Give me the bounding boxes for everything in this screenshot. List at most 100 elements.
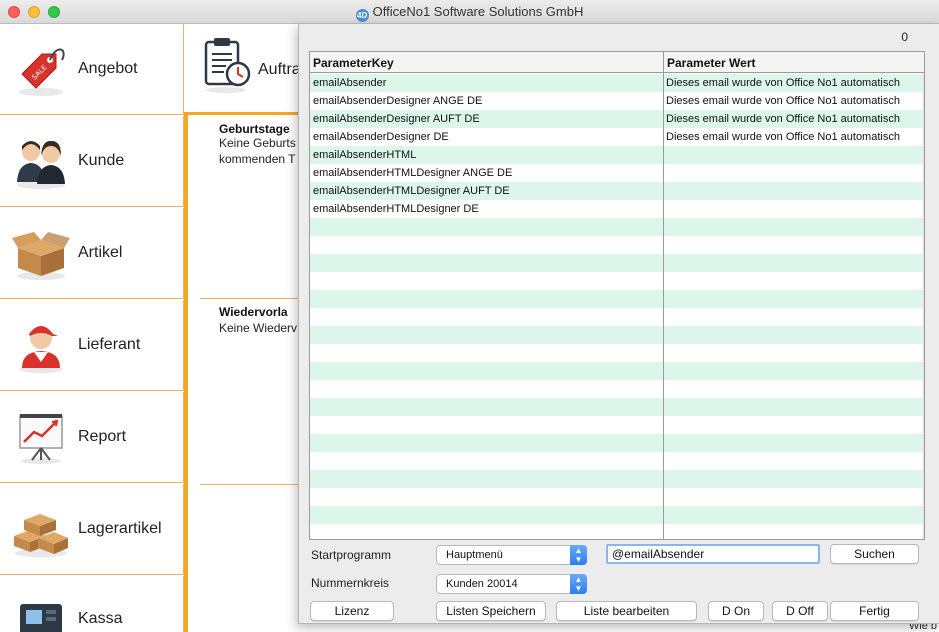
- sidebar-item-lieferant[interactable]: Lieferant: [0, 300, 184, 391]
- column-header-parameter-wert[interactable]: Parameter Wert: [667, 56, 756, 70]
- cell-parameter-key[interactable]: emailAbsenderHTMLDesigner DE: [313, 203, 661, 215]
- delivery-person-icon: [10, 314, 72, 376]
- clipboard-clock-icon: [200, 36, 256, 94]
- nummernkreis-label: Nummernkreis: [311, 576, 390, 590]
- sidebar-item-kassa[interactable]: Kassa: [0, 576, 184, 632]
- accent-divider: [184, 115, 188, 632]
- listen-speichern-button[interactable]: Listen Speichern: [436, 601, 546, 621]
- table-row[interactable]: [310, 416, 924, 434]
- d-off-button[interactable]: D Off: [772, 601, 828, 621]
- table-row[interactable]: [310, 308, 924, 326]
- table-row[interactable]: emailAbsender Dieses email wurde von Offi…: [310, 74, 924, 92]
- column-divider: [663, 52, 664, 539]
- chevron-up-down-icon: ▲ ▼: [570, 545, 587, 565]
- table-row[interactable]: [310, 344, 924, 362]
- table-row[interactable]: emailAbsenderHTMLDesigner AUFT DE: [310, 182, 924, 200]
- table-row[interactable]: [310, 380, 924, 398]
- table-row[interactable]: [310, 452, 924, 470]
- cell-parameter-value[interactable]: Dieses email wurde von Office No1 automa…: [666, 113, 922, 125]
- sidebar-item-report[interactable]: Report: [0, 392, 184, 483]
- lizenz-button[interactable]: Lizenz: [310, 601, 394, 621]
- d-on-button[interactable]: D On: [708, 601, 764, 621]
- reminders-line-1: Keine Wiederv: [219, 321, 298, 335]
- cell-parameter-value[interactable]: Dieses email wurde von Office No1 automa…: [666, 95, 922, 107]
- table-scrollbar[interactable]: [923, 74, 924, 539]
- startprogramm-label: Startprogramm: [311, 548, 392, 562]
- column-header-parameterkey[interactable]: ParameterKey: [313, 56, 394, 70]
- table-row[interactable]: [310, 290, 924, 308]
- search-button[interactable]: Suchen: [830, 544, 919, 564]
- sidebar: SALE Angebot Kunde Artikel Lieferant Rep…: [0, 24, 184, 632]
- customers-icon: [10, 130, 72, 192]
- sidebar-item-label: Lieferant: [78, 336, 141, 353]
- table-row[interactable]: emailAbsenderDesigner ANGE DE Dieses emai…: [310, 92, 924, 110]
- parameter-table[interactable]: ParameterKey Parameter Wert emailAbsende…: [309, 51, 925, 540]
- table-row[interactable]: [310, 398, 924, 416]
- main-nav-label: Auftra: [258, 61, 301, 78]
- fertig-button[interactable]: Fertig: [830, 601, 919, 621]
- cell-parameter-key[interactable]: emailAbsenderDesigner AUFT DE: [313, 113, 661, 125]
- table-row[interactable]: [310, 506, 924, 524]
- stacked-boxes-icon: [10, 498, 72, 560]
- title-bar: 4D OfficeNo1 Software Solutions GmbH: [0, 0, 939, 24]
- birthdays-line-2: kommenden T: [219, 152, 296, 166]
- table-row[interactable]: [310, 254, 924, 272]
- table-row[interactable]: [310, 326, 924, 344]
- section-divider: [200, 484, 299, 485]
- cell-parameter-key[interactable]: emailAbsenderHTMLDesigner AUFT DE: [313, 185, 661, 197]
- table-row[interactable]: [310, 362, 924, 380]
- table-row[interactable]: emailAbsenderDesigner AUFT DE Dieses emai…: [310, 110, 924, 128]
- liste-bearbeiten-button[interactable]: Liste bearbeiten: [556, 601, 697, 621]
- table-row[interactable]: [310, 470, 924, 488]
- table-header: ParameterKey Parameter Wert: [310, 52, 924, 73]
- table-row[interactable]: [310, 272, 924, 290]
- table-row[interactable]: [310, 524, 924, 539]
- sidebar-item-label: Angebot: [78, 60, 138, 77]
- table-row[interactable]: emailAbsenderHTMLDesigner DE: [310, 200, 924, 218]
- cell-parameter-key[interactable]: emailAbsenderDesigner ANGE DE: [313, 95, 661, 107]
- table-row[interactable]: [310, 218, 924, 236]
- cell-parameter-key[interactable]: emailAbsender: [313, 77, 661, 89]
- startprogramm-select[interactable]: Hauptmenü ▲ ▼: [436, 545, 587, 565]
- birthdays-title: Geburtstage: [219, 122, 290, 136]
- sidebar-item-kunde[interactable]: Kunde: [0, 116, 184, 207]
- chart-board-icon: [10, 406, 72, 468]
- reminders-title: Wiedervorla: [219, 305, 288, 319]
- search-input[interactable]: @emailAbsender: [606, 544, 820, 564]
- sidebar-item-label: Kassa: [78, 610, 123, 627]
- search-input-value: @emailAbsender: [612, 547, 705, 561]
- cash-register-icon: [10, 588, 72, 632]
- table-row[interactable]: emailAbsenderHTML: [310, 146, 924, 164]
- cell-parameter-value[interactable]: Dieses email wurde von Office No1 automa…: [666, 77, 922, 89]
- nummernkreis-value: Kunden 20014: [446, 578, 518, 590]
- sidebar-item-label: Kunde: [78, 152, 125, 169]
- birthdays-line-1: Keine Geburts: [219, 136, 296, 150]
- sidebar-item-artikel[interactable]: Artikel: [0, 208, 184, 299]
- cell-parameter-value[interactable]: Dieses email wurde von Office No1 automa…: [666, 131, 922, 143]
- table-row[interactable]: [310, 236, 924, 254]
- table-row[interactable]: [310, 488, 924, 506]
- app-window: 4D OfficeNo1 Software Solutions GmbH SALE…: [0, 0, 939, 632]
- price-tag-icon: SALE: [10, 38, 72, 100]
- section-divider: [200, 298, 299, 299]
- nummernkreis-select[interactable]: Kunden 20014 ▲ ▼: [436, 574, 587, 594]
- sidebar-item-label: Report: [78, 428, 127, 445]
- cell-parameter-key[interactable]: emailAbsenderDesigner DE: [313, 131, 661, 143]
- window-title: 4D OfficeNo1 Software Solutions GmbH: [0, 4, 939, 22]
- table-row[interactable]: emailAbsenderHTMLDesigner ANGE DE: [310, 164, 924, 182]
- sidebar-item-label: Lagerartikel: [78, 520, 162, 537]
- main-nav-auftrag[interactable]: Auftra: [184, 24, 301, 115]
- cell-parameter-key[interactable]: emailAbsenderHTMLDesigner ANGE DE: [313, 167, 661, 179]
- table-body: emailAbsender Dieses email wurde von Offi…: [310, 74, 924, 539]
- window-title-text: OfficeNo1 Software Solutions GmbH: [372, 4, 584, 19]
- record-counter: 0: [901, 30, 908, 44]
- cell-parameter-key[interactable]: emailAbsenderHTML: [313, 149, 661, 161]
- app-4d-icon: 4D: [355, 9, 369, 22]
- table-row[interactable]: [310, 434, 924, 452]
- sidebar-item-angebot[interactable]: SALE Angebot: [0, 24, 184, 115]
- table-row[interactable]: emailAbsenderDesigner DE Dieses email wur…: [310, 128, 924, 146]
- box-icon: [10, 222, 72, 284]
- startprogramm-value: Hauptmenü: [446, 549, 503, 561]
- sidebar-item-lagerartikel[interactable]: Lagerartikel: [0, 484, 184, 575]
- sidebar-item-label: Artikel: [78, 244, 123, 261]
